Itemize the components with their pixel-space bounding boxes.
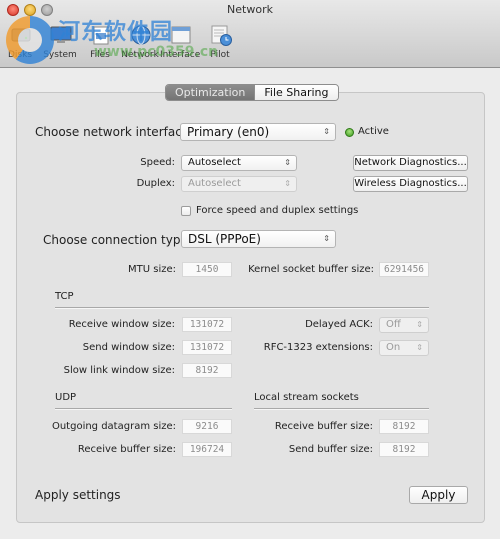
local-send-buffer-field[interactable]: 8192 [379,442,429,457]
toolbar-label: Disks [7,50,33,60]
disk-icon [11,28,31,42]
tcp-receive-window-label: Receive window size: [68,319,175,330]
network-interface-label: Choose network interface: [35,125,194,139]
network-globe-icon [131,25,151,45]
interface-icon [171,26,191,44]
tab-bar: Optimization File Sharing [165,84,339,101]
mtu-label: MTU size: [128,264,176,275]
udp-outgoing-datagram-field[interactable]: 9216 [182,419,232,434]
local-receive-buffer-field[interactable]: 8192 [379,419,429,434]
duplex-value: Autoselect [188,178,241,189]
toolbar-item-disks[interactable]: Disks [0,22,40,66]
toolbar-label: Pilot [210,50,230,60]
duplex-label: Duplex: [136,178,175,189]
apply-button[interactable]: Apply [409,486,468,504]
tcp-separator [55,307,429,309]
rfc1323-value: On [386,342,401,353]
connection-type-value: DSL (PPPoE) [188,232,261,246]
window-title: Network [0,3,500,16]
files-icon [93,26,109,45]
tab-optimization[interactable]: Optimization [166,85,255,100]
duplex-select[interactable]: Autoselect ⇕ [181,176,297,192]
tcp-section-title: TCP [55,291,74,302]
wireless-diagnostics-button[interactable]: Wireless Diagnostics... [353,176,468,192]
select-arrows-icon: ⇕ [416,320,423,329]
select-arrows-icon: ⇕ [284,158,291,167]
select-arrows-icon: ⇕ [323,234,330,243]
speed-label: Speed: [140,157,175,168]
udp-outgoing-datagram-label: Outgoing datagram size: [51,421,176,432]
toolbar-item-pilot[interactable]: Pilot [200,22,240,66]
toolbar-label: Network [121,50,159,60]
apply-settings-label: Apply settings [35,488,121,502]
pilot-icon [211,25,232,46]
udp-receive-buffer-field[interactable]: 196724 [182,442,232,457]
toolbar-item-system[interactable]: System [40,22,80,66]
toolbar-label: Interface [160,50,201,60]
delayed-ack-select[interactable]: Off ⇕ [379,317,429,333]
status-active-label: Active [358,126,389,137]
tcp-slow-link-window-field[interactable]: 8192 [182,363,232,378]
select-arrows-icon: ⇕ [323,127,330,136]
udp-section-title: UDP [55,392,77,403]
udp-receive-buffer-label: Receive buffer size: [77,444,176,455]
toolbar-label: Files [90,50,110,60]
network-interface-value: Primary (en0) [187,125,270,139]
rfc1323-select[interactable]: On ⇕ [379,340,429,356]
tcp-slow-link-window-label: Slow link window size: [63,365,175,376]
system-icon [50,26,72,43]
local-send-buffer-label: Send buffer size: [288,444,373,455]
delayed-ack-value: Off [386,319,401,330]
select-arrows-icon: ⇕ [284,179,291,188]
toolbar-item-network[interactable]: Network [120,22,160,66]
network-diagnostics-button[interactable]: Network Diagnostics... [353,155,468,171]
speed-select[interactable]: Autoselect ⇕ [181,155,297,171]
force-speed-duplex-checkbox[interactable] [181,206,191,216]
delayed-ack-label: Delayed ACK: [305,319,373,330]
select-arrows-icon: ⇕ [416,343,423,352]
tcp-send-window-field[interactable]: 131072 [182,340,232,355]
window-titlebar: Network Disks System Files Network Inter… [0,0,500,68]
toolbar-item-files[interactable]: Files [80,22,120,66]
udp-separator [55,408,232,410]
toolbar: Disks System Files Network Interface Pil… [0,22,240,66]
toolbar-label: System [43,50,77,60]
speed-value: Autoselect [188,157,241,168]
kernel-buffer-label: Kernel socket buffer size: [248,264,374,275]
mtu-field[interactable]: 1450 [182,262,232,277]
tcp-send-window-label: Send window size: [82,342,175,353]
local-receive-buffer-label: Receive buffer size: [274,421,373,432]
rfc1323-label: RFC-1323 extensions: [263,342,373,353]
local-stream-separator [254,408,429,410]
connection-type-label: Choose connection type: [43,233,192,247]
local-stream-section-title: Local stream sockets [254,392,359,403]
network-interface-select[interactable]: Primary (en0) ⇕ [180,123,336,141]
toolbar-item-interface[interactable]: Interface [160,22,200,66]
kernel-buffer-field[interactable]: 6291456 [379,262,429,277]
status-active-icon [345,128,354,137]
window-title-text: Network [227,3,273,16]
tcp-receive-window-field[interactable]: 131072 [182,317,232,332]
force-speed-duplex-label: Force speed and duplex settings [196,205,359,216]
tab-file-sharing[interactable]: File Sharing [254,85,338,100]
connection-type-select[interactable]: DSL (PPPoE) ⇕ [181,230,336,248]
